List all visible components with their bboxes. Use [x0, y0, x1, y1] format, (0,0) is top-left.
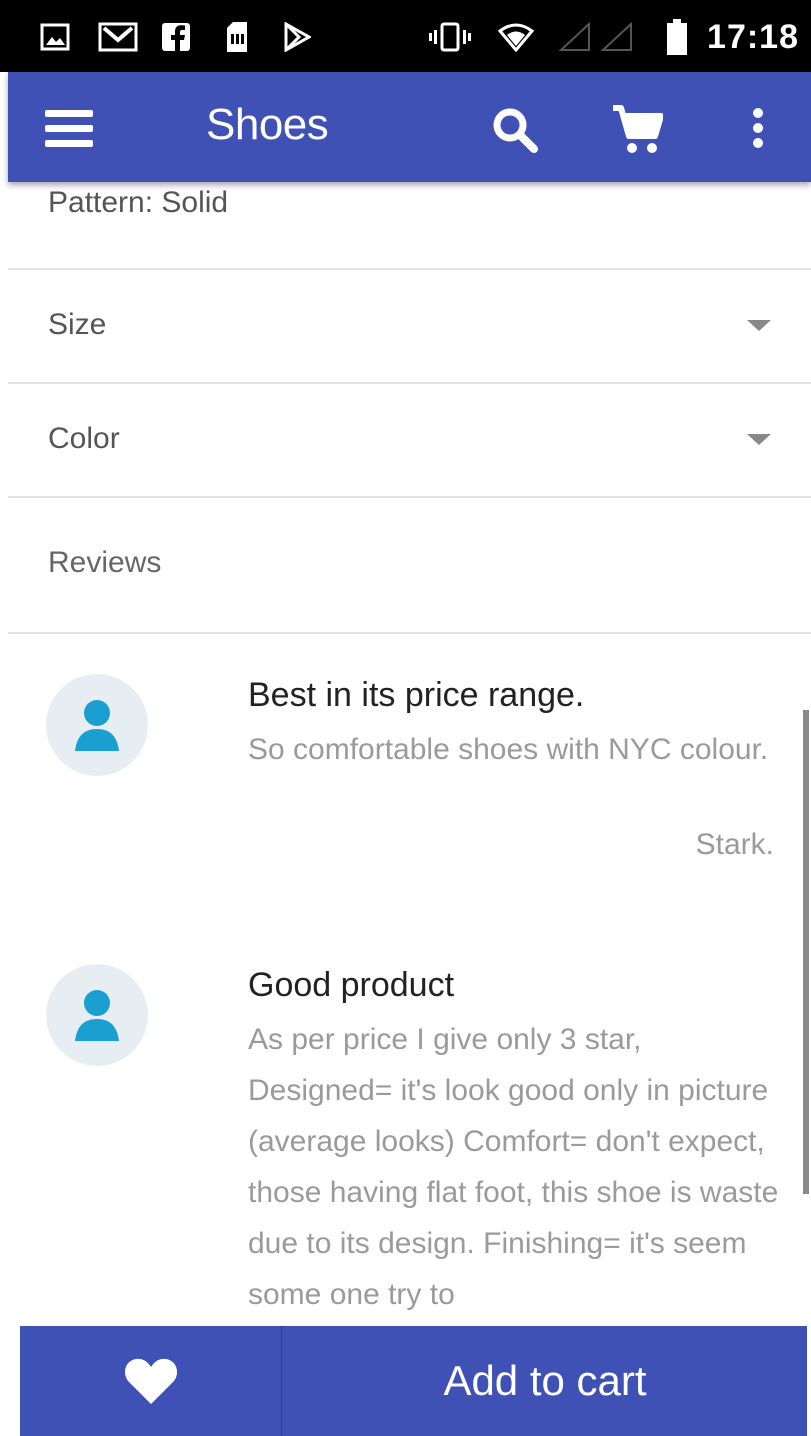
wifi-icon	[496, 22, 536, 52]
review-title: Best in its price range.	[248, 676, 585, 714]
avatar	[46, 674, 148, 776]
review-body: So comfortable shoes with NYC colour.	[248, 733, 769, 766]
status-bar: 17:18	[0, 0, 811, 72]
heart-icon	[124, 1358, 177, 1404]
cart-icon[interactable]	[610, 104, 664, 154]
color-label: Color	[48, 422, 120, 455]
search-icon[interactable]	[490, 106, 540, 154]
user-icon	[75, 700, 119, 751]
play-store-icon	[280, 22, 314, 52]
review-item: Good product As per price I give only 3 …	[8, 960, 798, 1340]
review-author: Stark.	[695, 828, 774, 861]
color-select[interactable]: Color	[8, 384, 811, 498]
chevron-down-icon	[747, 320, 771, 331]
vibrate-icon	[426, 22, 474, 52]
reviews-label: Reviews	[48, 546, 162, 579]
menu-icon[interactable]	[44, 106, 94, 150]
review-body: As per price I give only 3 star, Designe…	[248, 1023, 779, 1311]
reviews-header: Reviews	[8, 498, 811, 634]
review-title: Good product	[248, 966, 455, 1004]
scrollbar[interactable]	[803, 710, 809, 1194]
avatar	[46, 964, 148, 1066]
chevron-down-icon	[747, 434, 771, 445]
pattern-text: Pattern: Solid	[48, 186, 229, 219]
user-icon	[75, 990, 119, 1041]
review-item: Best in its price range. So comfortable …	[8, 670, 798, 920]
battery-icon	[664, 19, 690, 55]
signal-icon	[600, 22, 634, 52]
bottom-action-bar: Add to cart	[20, 1326, 807, 1436]
app-bar: Shoes	[8, 72, 811, 182]
size-select[interactable]: Size	[8, 270, 811, 384]
more-vert-icon[interactable]	[748, 106, 768, 150]
size-label: Size	[48, 308, 107, 341]
signal-icon	[558, 22, 592, 52]
facebook-icon	[160, 22, 192, 52]
pattern-row: Pattern: Solid	[8, 182, 811, 270]
clock: 17:18	[707, 18, 799, 56]
image-icon	[38, 22, 72, 52]
add-to-cart-button[interactable]: Add to cart	[283, 1326, 807, 1436]
gmail-icon	[96, 22, 140, 52]
favorite-button[interactable]	[20, 1326, 282, 1436]
sim-card-icon	[222, 22, 252, 52]
page-title: Shoes	[206, 100, 329, 149]
